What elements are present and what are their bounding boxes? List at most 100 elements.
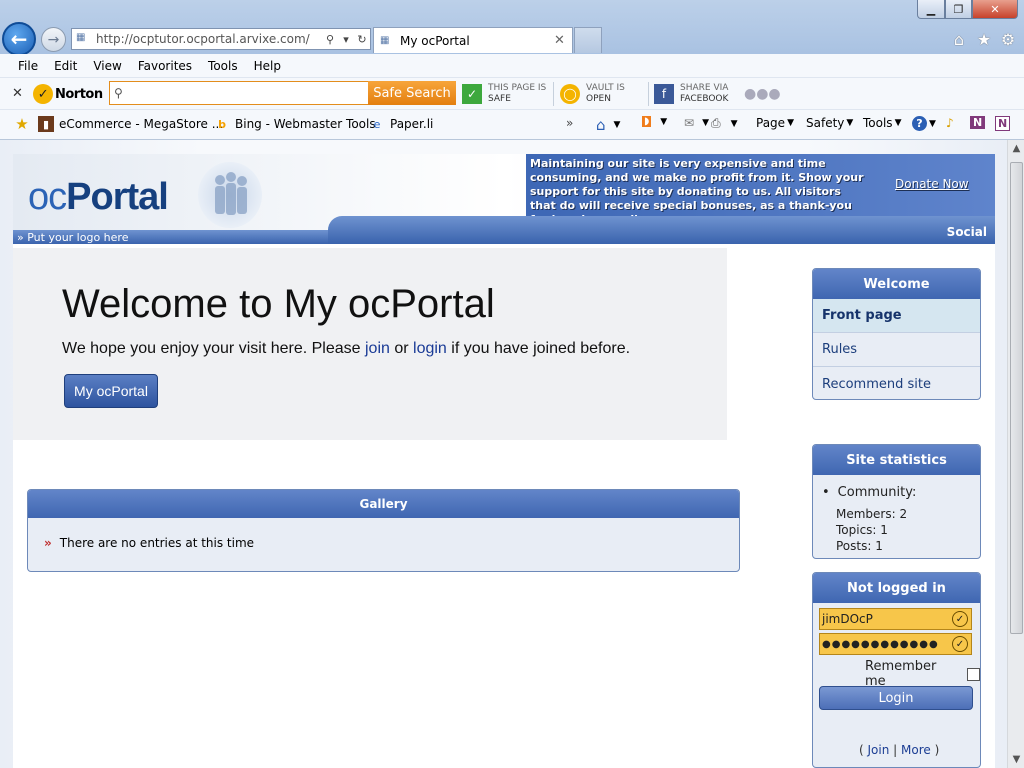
- vault-status[interactable]: ◯ VAULT IS OPEN: [560, 80, 625, 108]
- dropdown-arrow-icon[interactable]: ▾: [338, 33, 354, 46]
- address-url[interactable]: http://ocptutor.ocportal.arvixe.com/: [96, 32, 322, 46]
- favorite-link-paperli[interactable]: e Paper.li: [369, 116, 434, 132]
- welcome-message: We hope you enjoy your visit here. Pleas…: [62, 340, 630, 358]
- search-icon[interactable]: ⚲: [322, 33, 338, 46]
- login-link[interactable]: login: [413, 340, 447, 357]
- join-link[interactable]: join: [365, 340, 390, 357]
- login-button[interactable]: Login: [819, 686, 973, 710]
- print-button[interactable]: ⎙ ▼: [711, 116, 738, 131]
- new-tab-button[interactable]: [574, 27, 602, 53]
- favorite-link-ecommerce[interactable]: ▮ eCommerce - MegaStore ...: [38, 116, 223, 132]
- favorite-link-bing[interactable]: b Bing - Webmaster Tools: [214, 116, 376, 132]
- share-value: FACEBOOK: [680, 94, 729, 104]
- tools-menu[interactable]: Tools ▼: [863, 116, 901, 130]
- site-logo[interactable]: ocPortal: [28, 176, 169, 219]
- scroll-thumb[interactable]: [1010, 162, 1023, 634]
- safe-search-button[interactable]: Safe Search: [368, 81, 456, 105]
- menu-item-front-page[interactable]: Front page: [813, 299, 980, 333]
- mail-button[interactable]: ✉ ▼: [684, 116, 709, 130]
- site-favicon-icon: ▦: [76, 32, 86, 43]
- put-logo-link[interactable]: » Put your logo here: [17, 231, 128, 244]
- search-icon: ⚲: [114, 86, 123, 100]
- address-bar[interactable]: ▦ http://ocptutor.ocportal.arvixe.com/ ⚲…: [71, 28, 371, 50]
- menu-view[interactable]: View: [85, 59, 129, 73]
- my-ocportal-button[interactable]: My ocPortal: [64, 374, 158, 408]
- login-links: ( Join | More ): [859, 743, 940, 757]
- page-viewport: ocPortal Maintaining our site is very ex…: [0, 140, 1007, 768]
- community-heading: • Community:: [822, 485, 980, 500]
- home-icon[interactable]: ⌂: [950, 30, 968, 49]
- norton-search-input[interactable]: ⚲: [109, 81, 369, 105]
- logo-oc: oc: [28, 176, 67, 218]
- password-value: ●●●●●●●●●●●●: [822, 638, 939, 650]
- donate-now-link[interactable]: Donate Now: [895, 177, 969, 191]
- menu-help[interactable]: Help: [246, 59, 289, 73]
- close-toolbar-icon[interactable]: ✕: [12, 86, 23, 101]
- welcome-menu-panel: Welcome Front page Rules Recommend site: [812, 268, 981, 400]
- remember-me[interactable]: Remember me: [865, 659, 980, 689]
- more-link[interactable]: More: [901, 743, 931, 757]
- add-favorite-star-icon[interactable]: ★: [14, 115, 35, 133]
- feeds-button[interactable]: ◗ ▼: [642, 116, 667, 127]
- menu-favorites[interactable]: Favorites: [130, 59, 200, 73]
- share-facebook[interactable]: f SHARE VIA FACEBOOK: [654, 80, 728, 108]
- autofill-check-icon: ✓: [952, 611, 968, 627]
- welcome-panel-title: Welcome: [813, 269, 980, 299]
- checkmark-icon: ✓: [33, 84, 53, 104]
- rss-icon: ◗: [642, 116, 652, 127]
- page-status-label: THIS PAGE IS: [488, 83, 547, 93]
- menu-item-rules[interactable]: Rules: [813, 333, 980, 367]
- refresh-icon[interactable]: ↻: [354, 33, 370, 46]
- menu-item-recommend-site[interactable]: Recommend site: [813, 367, 980, 399]
- close-tab-icon[interactable]: ✕: [554, 33, 572, 48]
- research-icon[interactable]: ♪: [946, 116, 954, 130]
- password-field[interactable]: ●●●●●●●●●●●● ✓: [819, 633, 972, 655]
- nav-strip-swoosh: [328, 216, 995, 244]
- scroll-down-arrow-icon[interactable]: ▼: [1008, 751, 1024, 768]
- forward-button[interactable]: →: [41, 27, 66, 52]
- browser-tab[interactable]: ▦ My ocPortal ✕: [373, 27, 573, 53]
- join-link[interactable]: Join: [868, 743, 890, 757]
- favorite-label: Bing - Webmaster Tools: [235, 117, 376, 131]
- vertical-scrollbar[interactable]: ▲ ▼: [1007, 140, 1024, 768]
- onenote-icon[interactable]: N: [970, 116, 986, 129]
- welcome-text: or: [389, 340, 414, 357]
- maximize-button[interactable]: ❐: [945, 0, 972, 19]
- safety-menu[interactable]: Safety ▼: [806, 116, 853, 130]
- gallery-empty-text: There are no entries at this time: [59, 536, 255, 550]
- autofill-check-icon: ✓: [952, 636, 968, 652]
- onenote-linked-icon[interactable]: N: [995, 116, 1011, 131]
- title-bar: ▁ ❐ ✕ ← → ▦ http://ocptutor.ocportal.arv…: [0, 0, 1024, 56]
- remember-me-label: Remember me: [865, 659, 937, 689]
- minimize-button[interactable]: ▁: [917, 0, 945, 19]
- page-menu[interactable]: Page ▼: [756, 116, 794, 130]
- close-window-button[interactable]: ✕: [972, 0, 1018, 19]
- menu-tools[interactable]: Tools: [200, 59, 246, 73]
- home-button[interactable]: ⌂ ▼: [596, 116, 620, 134]
- header-nav-strip: » Put your logo here Social: [13, 216, 995, 244]
- vault-value: OPEN: [586, 94, 611, 104]
- gallery-body: » There are no entries at this time: [28, 518, 739, 550]
- gallery-panel: Gallery » There are no entries at this t…: [27, 489, 740, 572]
- username-field[interactable]: jimDOcP ✓: [819, 608, 972, 630]
- norton-logo[interactable]: ✓ Norton: [33, 82, 103, 106]
- more-dots-icon[interactable]: ●●●: [744, 80, 781, 108]
- login-panel: Not logged in jimDOcP ✓ ●●●●●●●●●●●● ✓ R…: [812, 572, 981, 768]
- safety-menu-label: Safety: [806, 116, 845, 130]
- tab-title: My ocPortal: [400, 33, 470, 48]
- favorites-star-icon[interactable]: ★: [975, 30, 993, 49]
- stats-list: Members: 2 Topics: 1 Posts: 1: [822, 506, 980, 554]
- page-safety-status[interactable]: ✓ THIS PAGE IS SAFE: [462, 80, 546, 108]
- help-button[interactable]: ? ▼: [912, 116, 936, 131]
- scroll-up-arrow-icon[interactable]: ▲: [1008, 140, 1024, 157]
- remember-me-checkbox[interactable]: [967, 667, 980, 681]
- chevron-more-icon[interactable]: »: [566, 116, 573, 130]
- social-link[interactable]: Social: [947, 225, 987, 239]
- favorites-bar: ★ ▮ eCommerce - MegaStore ... b Bing - W…: [0, 110, 1024, 140]
- arrow-left-icon: ←: [10, 27, 28, 51]
- menu-edit[interactable]: Edit: [46, 59, 85, 73]
- tools-gear-icon[interactable]: ⚙: [999, 30, 1017, 49]
- menu-file[interactable]: File: [10, 59, 46, 73]
- ie-page-icon: e: [373, 117, 381, 131]
- back-button[interactable]: ←: [2, 22, 36, 56]
